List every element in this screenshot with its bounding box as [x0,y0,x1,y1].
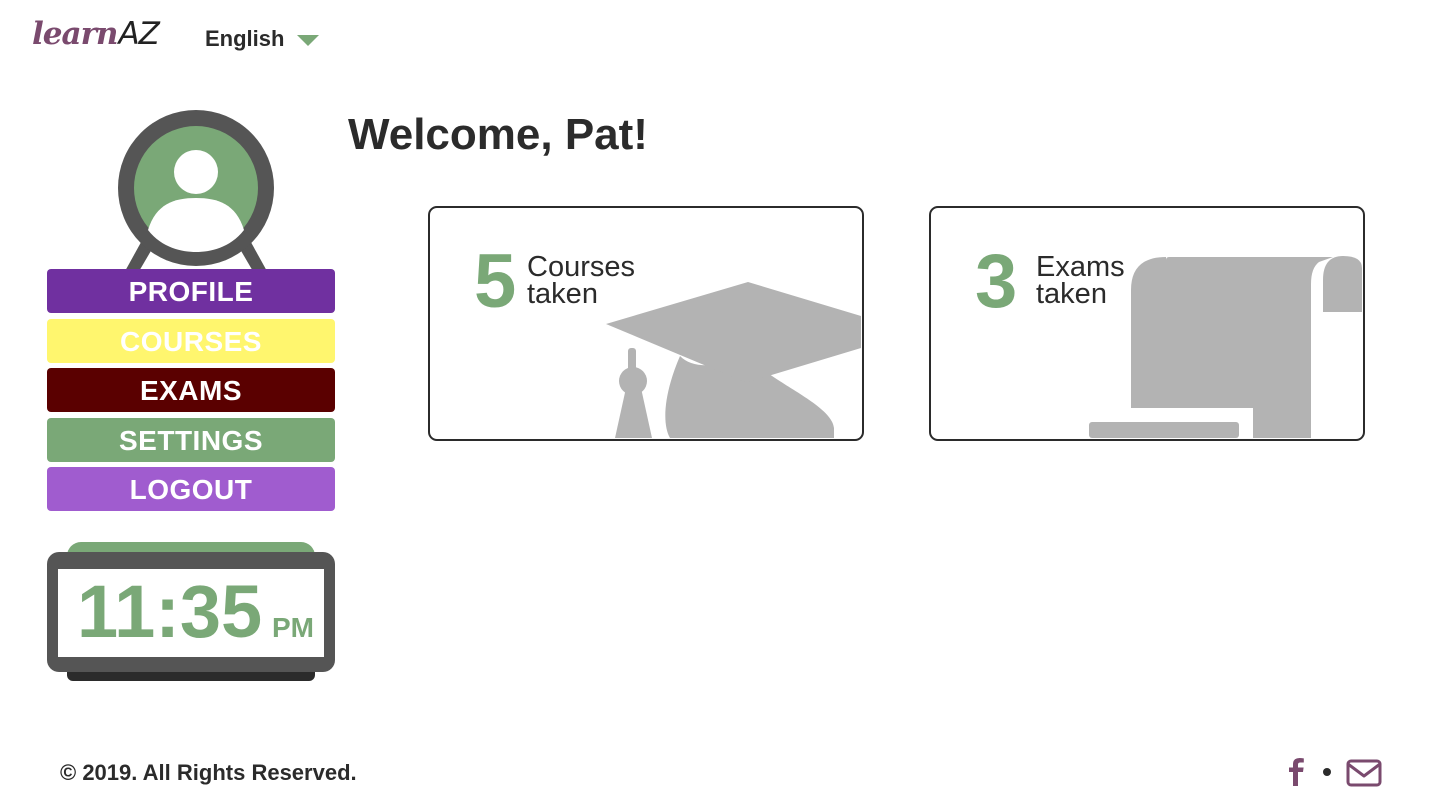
side-nav: PROFILE COURSES EXAMS SETTINGS LOGOUT [47,269,335,517]
courses-label-line1: Courses [527,251,635,283]
clock-ampm: PM [272,612,314,643]
exams-label-line1: Exams [1036,251,1125,283]
email-icon[interactable] [1346,759,1382,787]
courses-label: Courses taken [527,251,635,310]
logo-learn-text: learn [32,16,118,52]
copyright-text: © 2019. All Rights Reserved. [60,760,357,785]
courses-count: 5 [474,239,517,324]
nav-exams-button[interactable]: EXAMS [47,368,335,412]
language-label: English [205,26,285,51]
language-selector[interactable]: English [205,26,320,52]
exams-count: 3 [975,239,1018,324]
caret-down-icon [297,34,320,46]
exams-label-line2: taken [1036,278,1107,310]
avatar[interactable] [110,108,282,273]
nav-courses-button[interactable]: COURSES [47,318,335,363]
exams-label: Exams taken [1036,251,1125,310]
welcome-heading: Welcome, Pat! [348,110,648,159]
clock-time: 11:35 [77,570,263,653]
social-links [1284,756,1382,792]
exams-taken-card[interactable]: 3 Exams taken [929,206,1365,441]
facebook-icon[interactable] [1284,756,1310,792]
nav-logout-button[interactable]: LOGOUT [47,467,335,511]
separator-dot [1323,768,1331,776]
logo[interactable]: learn AZ [32,16,160,56]
clock-widget: 11:35 PM [47,542,335,682]
courses-taken-card[interactable]: 5 Courses taken [428,206,864,441]
courses-label-line2: taken [527,278,598,310]
logo-az-text: AZ [118,16,159,52]
nav-settings-button[interactable]: SETTINGS [47,417,335,462]
nav-profile-button[interactable]: PROFILE [47,269,335,313]
